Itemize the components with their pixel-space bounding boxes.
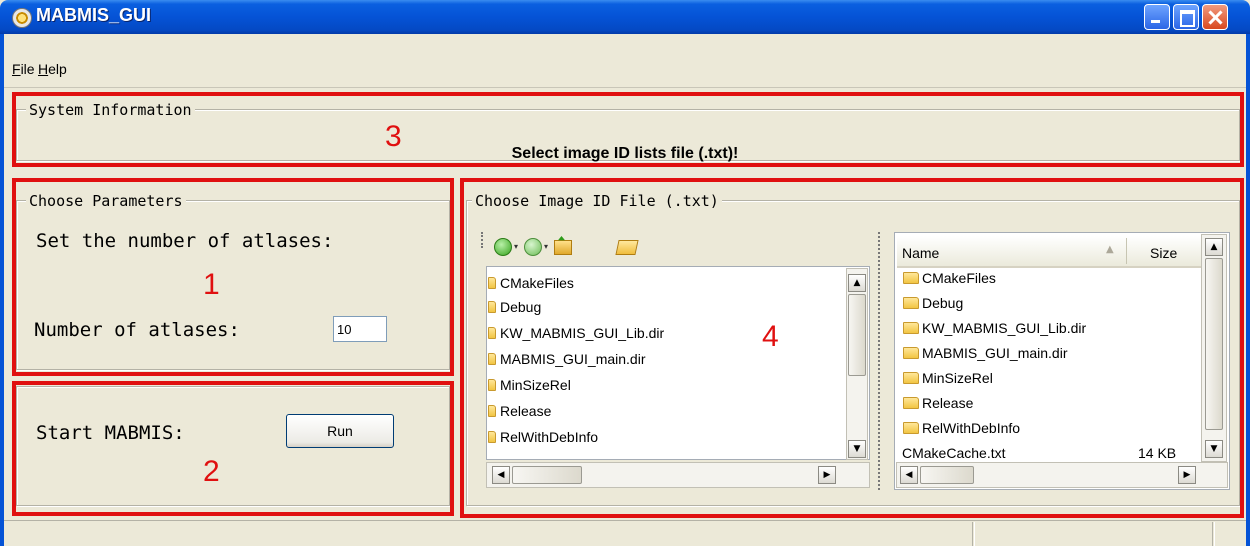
highlight-box-4 [460, 178, 1244, 518]
title-bar[interactable] [0, 0, 1250, 34]
minimize-button[interactable] [1144, 4, 1170, 30]
status-bar-divider [972, 522, 974, 546]
maximize-button[interactable] [1173, 4, 1199, 30]
window-title: MABMIS_GUI [36, 5, 152, 25]
menu-help[interactable]: Help [38, 61, 67, 77]
highlight-box-2 [12, 381, 454, 516]
highlight-box-1 [12, 178, 454, 376]
annotation-3: 3 [385, 120, 402, 153]
menu-separator [4, 87, 1246, 88]
close-button[interactable] [1202, 4, 1228, 30]
window-border-left [0, 34, 4, 546]
status-bar-divider [1212, 522, 1214, 546]
status-bar [4, 521, 1246, 546]
highlight-box-3 [12, 92, 1244, 167]
window-border-right [1246, 34, 1250, 546]
menu-file[interactable]: File [12, 61, 35, 77]
app-icon [12, 8, 32, 28]
